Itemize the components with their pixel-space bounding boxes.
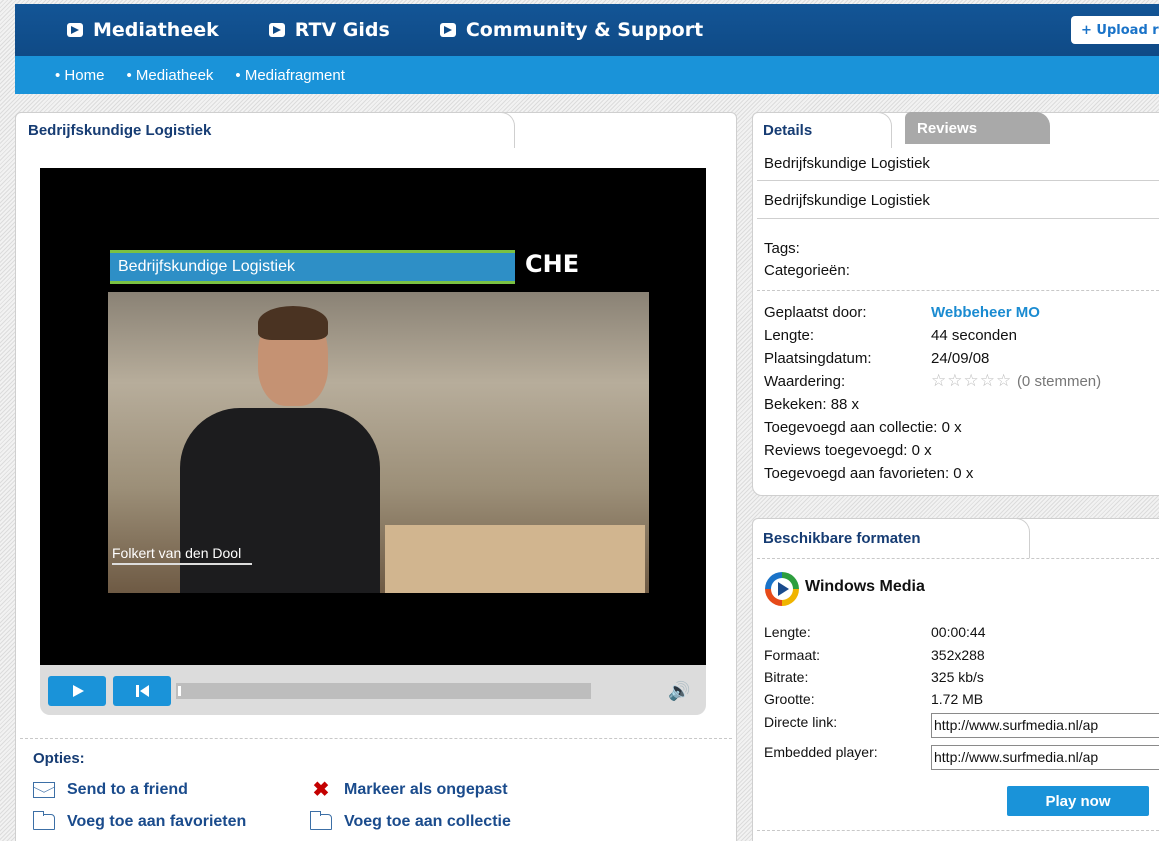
nav-mediatheek[interactable]: Mediatheek — [67, 19, 219, 41]
video-banner: Bedrijfskundige Logistiek — [110, 250, 515, 284]
nav-label: Mediatheek — [93, 19, 219, 41]
date-label: Plaatsingdatum: — [764, 350, 872, 367]
mark-inappropriate-label: Markeer als ongepast — [344, 781, 508, 798]
direct-link-label: Directe link: — [764, 714, 838, 730]
player-controls: 🔊 — [40, 665, 706, 715]
add-favorites-label: Voeg toe aan favorieten — [67, 813, 247, 830]
posted-by-label: Geplaatst door: — [764, 304, 867, 321]
divider — [757, 558, 1159, 559]
format-length-value: 00:00:44 — [931, 624, 986, 640]
nav-label: Community & Support — [465, 19, 704, 41]
embedded-player-label: Embedded player: — [764, 744, 878, 760]
nav-label: RTV Gids — [294, 19, 390, 41]
bitrate-label: Bitrate: — [764, 669, 809, 685]
format-type-value: 352x288 — [931, 647, 985, 663]
details-title: Bedrijfskundige Logistiek — [764, 155, 930, 172]
volume-icon[interactable]: 🔊 — [668, 681, 690, 701]
posted-by-link[interactable]: Webbeheer MO — [931, 304, 1040, 321]
divider — [757, 830, 1159, 831]
length-value: 44 seconden — [931, 327, 1017, 344]
details-description: Bedrijfskundige Logistiek — [764, 192, 930, 209]
rating-stars[interactable]: ☆☆☆☆☆ (0 stemmen) — [931, 371, 1101, 391]
add-collection-label: Voeg toe aan collectie — [344, 813, 511, 830]
mark-inappropriate-link[interactable]: ✖ Markeer als ongepast — [310, 779, 508, 801]
divider — [757, 180, 1159, 181]
tags-label: Tags: — [764, 240, 800, 257]
progress-bar[interactable] — [176, 683, 591, 699]
video-table — [385, 525, 645, 593]
tab-details[interactable]: Details — [752, 112, 892, 148]
embedded-player-field[interactable]: http://www.surfmedia.nl/ap — [931, 745, 1159, 770]
presenter-body — [180, 408, 380, 593]
formats-tab: Beschikbare formaten — [752, 518, 1030, 558]
format-type-label: Formaat: — [764, 647, 821, 663]
arrow-right-icon — [439, 23, 456, 37]
play-button[interactable] — [48, 676, 106, 706]
play-icon — [778, 582, 789, 596]
close-icon: ✖ — [312, 779, 330, 801]
reviews-added-count: Reviews toegevoegd: 0 x — [764, 442, 932, 459]
breadcrumb: Home Mediatheek Mediafragment — [15, 56, 1159, 94]
top-navigation: Mediatheek RTV Gids Community & Support … — [15, 4, 1159, 56]
nav-community-support[interactable]: Community & Support — [439, 19, 704, 41]
breadcrumb-home[interactable]: Home — [55, 67, 104, 84]
viewed-count: Bekeken: 88 x — [764, 396, 860, 413]
categories-label: Categorieën: — [764, 262, 850, 279]
divider — [757, 290, 1159, 291]
format-name: Windows Media — [805, 578, 925, 595]
divider — [757, 218, 1159, 219]
progress-knob[interactable] — [178, 686, 181, 696]
presenter-hair — [258, 306, 328, 340]
divider — [20, 738, 732, 739]
format-length-label: Lengte: — [764, 624, 811, 640]
rating-votes: (0 stemmen) — [1016, 373, 1102, 390]
star-icon[interactable]: ☆☆☆☆☆ — [931, 371, 1012, 390]
windows-media-icon — [765, 572, 799, 606]
direct-link-field[interactable]: http://www.surfmedia.nl/ap — [931, 713, 1159, 738]
size-label: Grootte: — [764, 691, 815, 707]
rewind-button[interactable] — [113, 676, 171, 706]
upload-button[interactable]: + Upload r — [1071, 16, 1159, 44]
add-collection-link[interactable]: Voeg toe aan collectie — [310, 811, 511, 831]
send-to-friend-label: Send to a friend — [67, 781, 188, 798]
page-title: Bedrijfskundige Logistiek — [28, 122, 212, 139]
folder-icon — [310, 811, 332, 830]
options-title: Opties: — [33, 750, 85, 767]
added-favorites-count: Toegevoegd aan favorieten: 0 x — [764, 465, 974, 482]
folder-icon — [33, 811, 55, 830]
video-logo: CHE — [525, 250, 580, 278]
add-favorites-link[interactable]: Voeg toe aan favorieten — [33, 811, 247, 831]
bitrate-value: 325 kb/s — [931, 669, 984, 685]
video-lower-third: Folkert van den Dool — [112, 545, 252, 565]
added-collection-count: Toegevoegd aan collectie: 0 x — [764, 419, 962, 436]
size-value: 1.72 MB — [931, 691, 984, 707]
tab-reviews[interactable]: Reviews — [905, 112, 1050, 144]
arrow-right-icon — [268, 23, 285, 37]
length-label: Lengte: — [764, 327, 815, 344]
rating-label: Waardering: — [764, 373, 846, 390]
arrow-right-icon — [67, 23, 83, 37]
date-value: 24/09/08 — [931, 350, 990, 367]
play-now-button[interactable]: Play now — [1007, 786, 1149, 816]
breadcrumb-mediatheek[interactable]: Mediatheek — [126, 67, 214, 84]
breadcrumb-mediafragment[interactable]: Mediafragment — [235, 67, 345, 84]
send-to-friend-link[interactable]: Send to a friend — [33, 781, 188, 799]
mail-icon — [33, 782, 55, 798]
nav-rtv-gids[interactable]: RTV Gids — [268, 19, 390, 41]
